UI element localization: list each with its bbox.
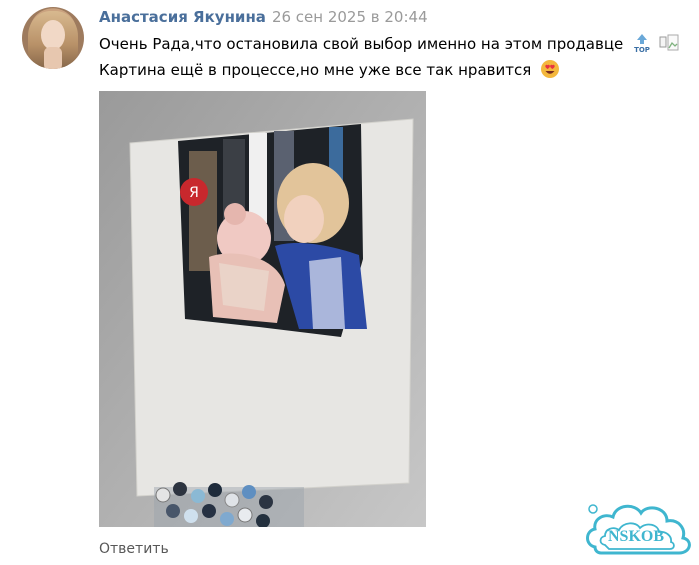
comment-date[interactable]: 26 сен 2025 в 20:44 bbox=[272, 8, 428, 26]
reply-link[interactable]: Ответить bbox=[99, 541, 169, 557]
author-name[interactable]: Анастасия Якунина bbox=[99, 8, 266, 26]
svg-text:TOP: TOP bbox=[634, 46, 650, 53]
comment-text-1: Очень Рада,что остановила свой выбор име… bbox=[99, 35, 624, 53]
photo-illustration: Я bbox=[99, 91, 426, 527]
avatar-face bbox=[41, 20, 65, 50]
comment-text-2: Картина ещё в процессе,но мне уже все та… bbox=[99, 61, 532, 79]
comment-header: Анастасия Якунина 26 сен 2025 в 20:44 bbox=[99, 8, 428, 26]
watermark-text: NSKOB bbox=[608, 528, 664, 545]
comment-text-line-1: Очень Рада,что остановила свой выбор име… bbox=[99, 33, 679, 53]
avatar-neck bbox=[44, 47, 62, 69]
canvas-painting-photo[interactable]: Я bbox=[99, 91, 426, 527]
top-badge-icon: TOP bbox=[634, 34, 650, 53]
nskob-watermark-logo: NSKOB bbox=[586, 504, 691, 555]
comment-text-line-2: Картина ещё в процессе,но мне уже все та… bbox=[99, 59, 560, 79]
svg-text:Я: Я bbox=[189, 185, 199, 201]
heart-eyes-emoji-icon bbox=[541, 60, 560, 78]
avatar[interactable] bbox=[22, 7, 84, 69]
broken-image-icon bbox=[659, 34, 679, 51]
